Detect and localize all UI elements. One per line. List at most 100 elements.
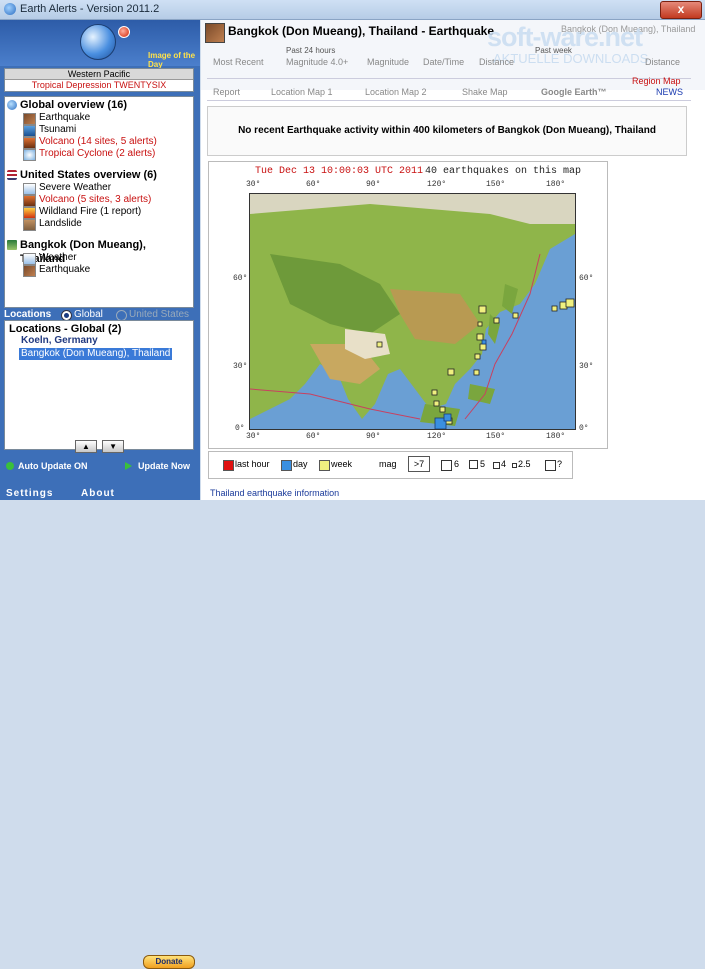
news-link[interactable]: NEWS: [656, 87, 683, 97]
map-timestamp: Tue Dec 13 10:00:03 UTC 2011: [255, 166, 424, 177]
region-map-link[interactable]: Region Map: [632, 76, 681, 86]
no-activity-message: No recent Earthquake activity within 400…: [238, 125, 656, 136]
locations-label: Locations: [4, 309, 52, 320]
tree-item-landslide[interactable]: Landslide: [5, 218, 193, 231]
about-button[interactable]: About: [81, 488, 115, 499]
lon-tick: 150°: [486, 180, 506, 189]
settings-button[interactable]: Settings: [6, 488, 53, 499]
legend-day: day: [293, 459, 308, 469]
move-down-button[interactable]: ▼: [102, 440, 125, 453]
close-button[interactable]: x: [660, 1, 702, 19]
tab-distance-week[interactable]: Distance: [645, 57, 680, 67]
tree-group-bangkok: Bangkok (Don Mueang), Thailand Weather E…: [5, 238, 193, 277]
tree-item-volcano[interactable]: Volcano (14 sites, 5 alerts): [5, 136, 193, 149]
tree-group-header[interactable]: United States overview (6): [5, 168, 193, 182]
divider: [207, 78, 691, 79]
tree-item-wildland-fire[interactable]: Wildland Fire (1 report): [5, 206, 193, 219]
tree-item-earthquake[interactable]: Earthquake: [5, 264, 193, 277]
locations-list: Locations - Global (2) Koeln, Germany Ba…: [4, 320, 194, 450]
tab-shake-map[interactable]: Shake Map: [462, 87, 508, 97]
alert-badge-icon: [118, 26, 130, 38]
divider: [207, 100, 691, 101]
mag-25-square: [512, 463, 517, 468]
lon-tick-bottom: 180°: [546, 432, 566, 441]
legend-day-swatch: [281, 460, 292, 471]
tab-distance[interactable]: Distance: [479, 57, 514, 67]
lon-tick-bottom: 120°: [427, 432, 447, 441]
thailand-info-link[interactable]: Thailand earthquake information: [210, 488, 339, 498]
past-week-label: Past week: [535, 46, 572, 55]
lon-tick: 120°: [427, 180, 447, 189]
tree-item-earthquake[interactable]: Earthquake: [5, 112, 193, 125]
window-title: Earth Alerts - Version 2011.2: [20, 3, 160, 15]
radio-global-label[interactable]: Global: [74, 309, 103, 320]
tab-most-recent[interactable]: Most Recent: [213, 57, 264, 67]
lat-tick: 60°: [233, 274, 248, 283]
donate-button[interactable]: Donate: [143, 955, 195, 969]
magnitude-box: >7: [408, 456, 430, 472]
lat-tick-right: 30°: [579, 362, 594, 371]
past-24-label: Past 24 hours: [286, 46, 336, 55]
tree-item-volcano[interactable]: Volcano (5 sites, 3 alerts): [5, 194, 193, 207]
region-title: Western Pacific: [5, 69, 193, 80]
earthquake-map[interactable]: [249, 193, 576, 430]
map-count: 40 earthquakes on this map: [425, 166, 582, 177]
tree-item-severe-weather[interactable]: Severe Weather: [5, 182, 193, 195]
tab-location-map-1[interactable]: Location Map 1: [271, 87, 333, 97]
landslide-icon: [23, 219, 36, 231]
us-flag-icon: [7, 170, 17, 180]
earthquake-icon: [23, 265, 36, 277]
lon-tick: 90°: [366, 180, 381, 189]
lon-tick-bottom: 150°: [486, 432, 506, 441]
mag-4-square: [493, 462, 500, 469]
tree-group-header[interactable]: Bangkok (Don Mueang), Thailand: [5, 238, 193, 265]
tab-date-time[interactable]: Date/Time: [423, 57, 464, 67]
tree-group-us: United States overview (6) Severe Weathe…: [5, 168, 193, 231]
mag-6-label: 6: [454, 459, 460, 469]
legend-last-hour: last hour: [235, 459, 270, 469]
lat-tick: 30°: [233, 362, 248, 371]
tab-report[interactable]: Report: [213, 87, 240, 97]
legend-week: week: [331, 459, 353, 469]
tab-magnitude-4[interactable]: Magnitude 4.0+: [286, 57, 348, 67]
region-box[interactable]: Western Pacific Tropical Depression TWEN…: [4, 68, 194, 92]
lat-tick-right: 0°: [579, 424, 589, 433]
map-graphic: [250, 194, 575, 429]
tree-item-tsunami[interactable]: Tsunami: [5, 124, 193, 137]
mag-5-label: 5: [480, 459, 486, 469]
message-box: No recent Earthquake activity within 400…: [207, 106, 687, 156]
globe-icon: [7, 100, 17, 110]
mag-5-square: [469, 460, 478, 469]
lon-tick: 30°: [246, 180, 261, 189]
radio-us-label[interactable]: United States: [129, 309, 189, 320]
tree-item-weather[interactable]: Weather: [5, 252, 193, 265]
list-arrows: ▲ ▼: [75, 440, 126, 453]
legend-last-hour-swatch: [223, 460, 234, 471]
tab-magnitude[interactable]: Magnitude: [367, 57, 409, 67]
header: Bangkok (Don Mueang), Thailand - Earthqu…: [201, 20, 705, 97]
lon-tick: 180°: [546, 180, 566, 189]
move-up-button[interactable]: ▲: [75, 440, 97, 453]
map-legend: last hour day week mag >7 6 5 4 2.5 ?: [208, 451, 573, 479]
logo-area: Image of the Day: [0, 20, 200, 69]
lon-tick: 60°: [306, 180, 321, 189]
mag-unknown-square: [545, 460, 556, 471]
mag-4-label: 4: [501, 459, 507, 469]
tree-item-cyclone[interactable]: Tropical Cyclone (2 alerts): [5, 148, 193, 161]
image-of-the-day-link[interactable]: Image of the Day: [148, 51, 200, 69]
location-item[interactable]: Koeln, Germany: [5, 335, 193, 347]
left-pane: Image of the Day Western Pacific Tropica…: [0, 20, 200, 969]
location-item-selected[interactable]: Bangkok (Don Mueang), Thailand: [19, 348, 173, 360]
update-now-button[interactable]: Update Now: [138, 461, 190, 471]
app-globe-icon: [4, 3, 16, 15]
tree-group-header[interactable]: Global overview (16): [5, 98, 193, 112]
legend-mag-label: mag: [379, 459, 397, 469]
auto-update-toggle[interactable]: Auto Update ON: [18, 461, 88, 471]
globe-logo-icon[interactable]: [80, 24, 116, 60]
alerts-tree: Global overview (16) Earthquake Tsunami …: [4, 96, 194, 308]
tab-google-earth[interactable]: Google Earth™: [541, 87, 607, 97]
lat-tick: 0°: [235, 424, 245, 433]
lon-tick-bottom: 90°: [366, 432, 381, 441]
earthquake-map-frame: Tue Dec 13 10:00:03 UTC 2011 40 earthqua…: [208, 161, 608, 449]
tab-location-map-2[interactable]: Location Map 2: [365, 87, 427, 97]
